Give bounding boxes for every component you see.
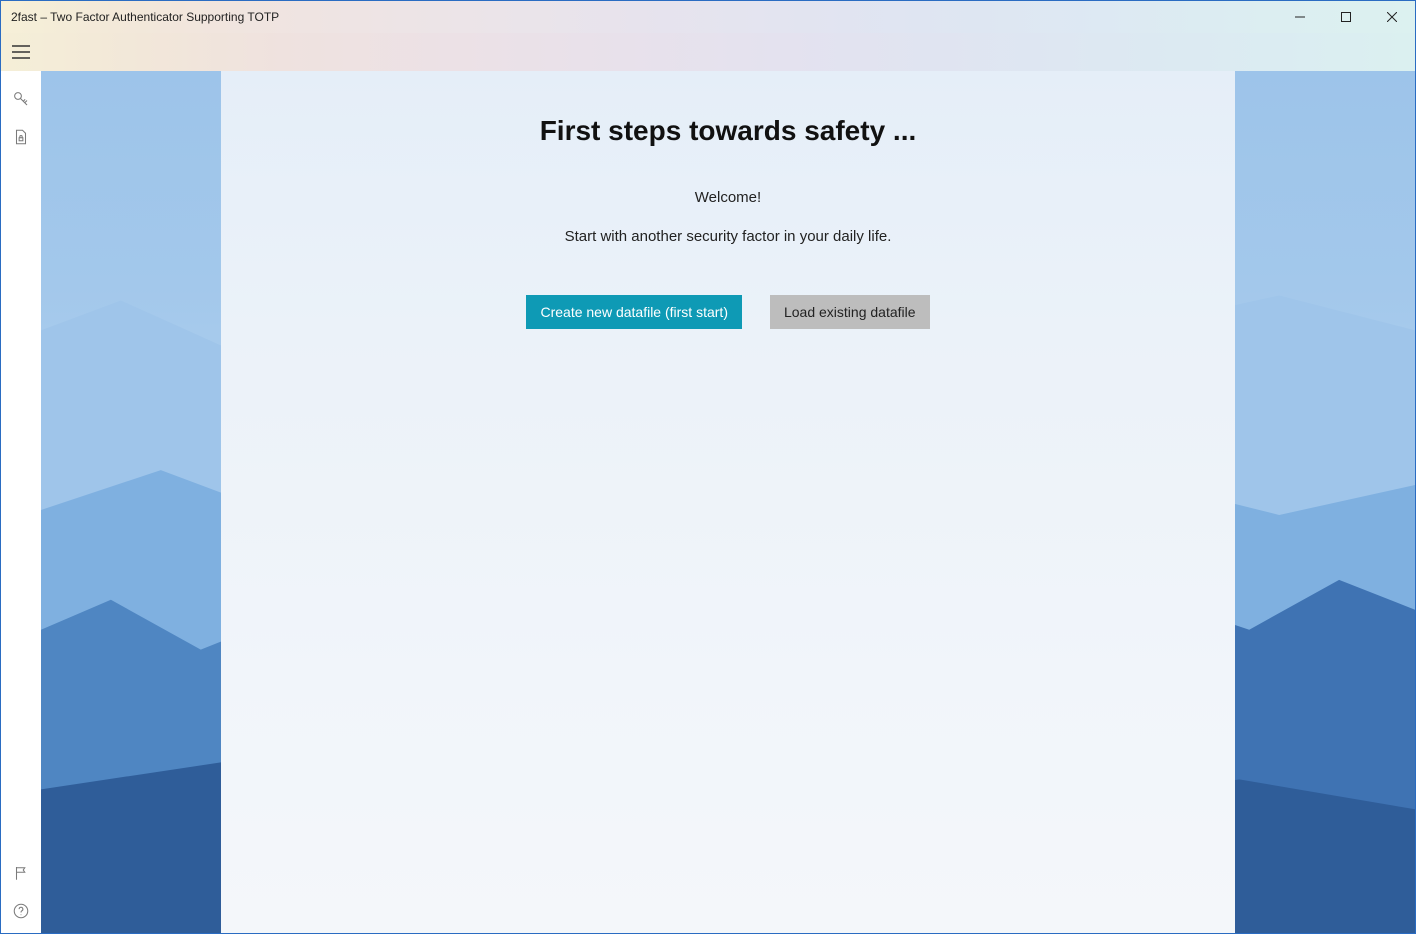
welcome-card: First steps towards safety ... Welcome! … — [221, 71, 1235, 933]
button-row: Create new datafile (first start) Load e… — [526, 295, 929, 329]
maximize-icon — [1341, 12, 1351, 22]
sidebar-item-help[interactable] — [11, 901, 31, 921]
sidebar-item-accounts[interactable] — [11, 89, 31, 109]
hamburger-button[interactable] — [9, 40, 33, 64]
command-bar — [1, 33, 1415, 71]
window-controls — [1277, 1, 1415, 33]
app-body: First steps towards safety ... Welcome! … — [1, 71, 1415, 933]
close-icon — [1387, 12, 1397, 22]
flag-icon — [12, 864, 30, 882]
key-icon — [12, 90, 30, 108]
maximize-button[interactable] — [1323, 1, 1369, 33]
left-rail — [1, 71, 41, 933]
tagline-text: Start with another security factor in yo… — [565, 228, 892, 245]
sidebar-item-feedback[interactable] — [11, 863, 31, 883]
create-datafile-button[interactable]: Create new datafile (first start) — [526, 295, 742, 329]
sidebar-item-datafile[interactable] — [11, 127, 31, 147]
help-icon — [12, 902, 30, 920]
minimize-icon — [1295, 12, 1305, 22]
file-lock-icon — [12, 128, 30, 146]
welcome-text: Welcome! — [695, 189, 761, 206]
window-title: 2fast – Two Factor Authenticator Support… — [11, 10, 279, 24]
page-heading: First steps towards safety ... — [540, 115, 917, 147]
close-button[interactable] — [1369, 1, 1415, 33]
hamburger-icon — [12, 45, 30, 59]
load-datafile-button[interactable]: Load existing datafile — [770, 295, 930, 329]
minimize-button[interactable] — [1277, 1, 1323, 33]
stage: First steps towards safety ... Welcome! … — [41, 71, 1415, 933]
titlebar: 2fast – Two Factor Authenticator Support… — [1, 1, 1415, 33]
